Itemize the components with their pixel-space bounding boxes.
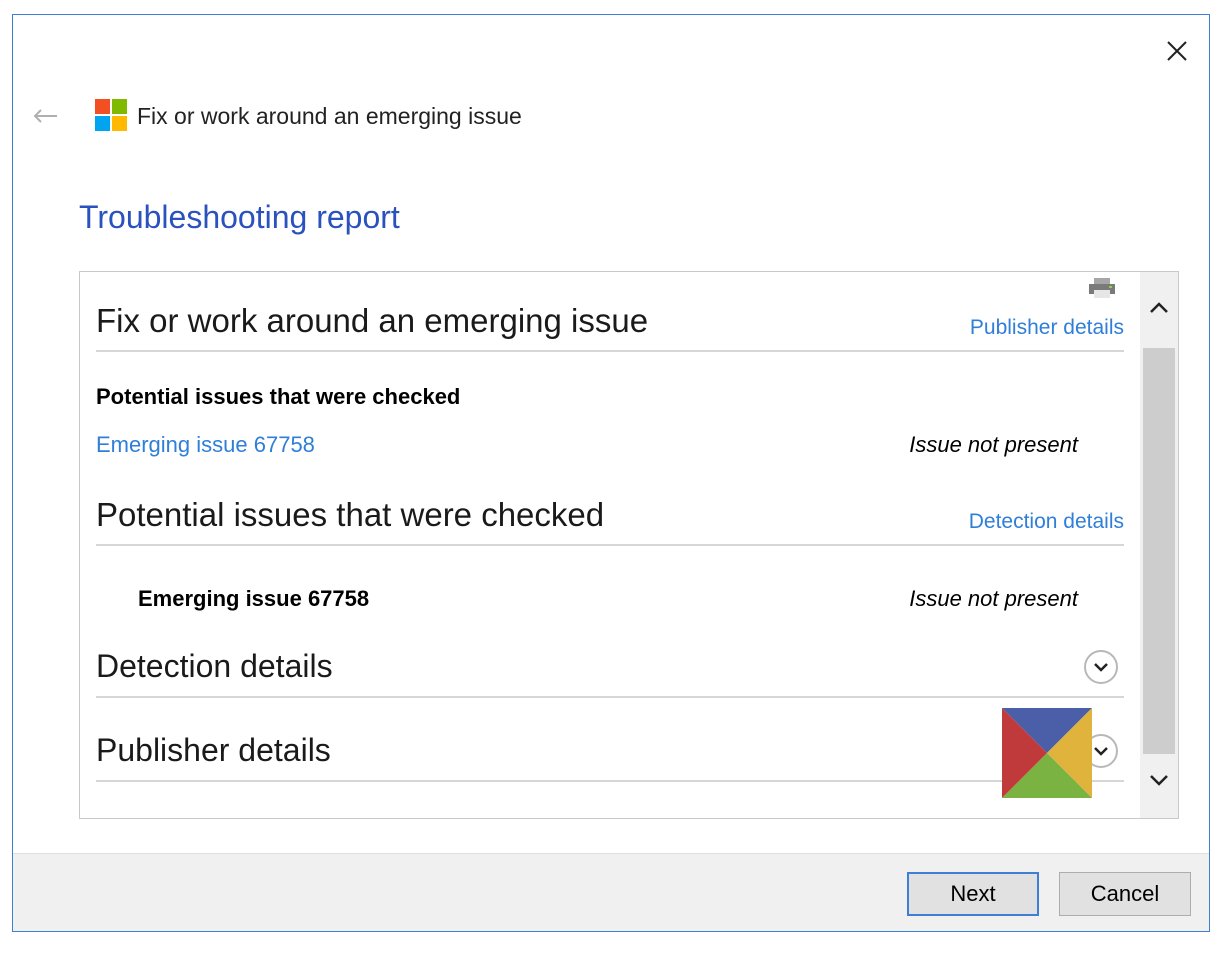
- issue-status: Issue not present: [909, 432, 1078, 457]
- emerging-issue-link[interactable]: Emerging issue 67758: [96, 432, 315, 458]
- section-divider: [96, 780, 1124, 782]
- overlay-logo-icon: [1002, 708, 1092, 798]
- chevron-up-icon: [1150, 302, 1168, 313]
- chevron-down-icon: [1094, 747, 1108, 756]
- next-button[interactable]: Next: [907, 872, 1039, 916]
- troubleshooter-window: Fix or work around an emerging issue Tro…: [12, 14, 1210, 932]
- detection-details-link[interactable]: Detection details: [969, 510, 1124, 534]
- section-divider: [96, 544, 1124, 546]
- publisher-details-link[interactable]: Publisher details: [970, 316, 1124, 340]
- chevron-down-icon: [1150, 775, 1168, 786]
- section-title-detection-details: Detection details: [96, 648, 333, 684]
- vertical-scrollbar[interactable]: [1140, 272, 1178, 818]
- section-title-fix: Fix or work around an emerging issue: [96, 302, 649, 339]
- scroll-up-button[interactable]: [1140, 286, 1178, 330]
- windows-logo-icon: [95, 99, 127, 131]
- section-divider: [96, 350, 1124, 352]
- issues-checked-subheading: Potential issues that were checked: [96, 384, 461, 409]
- cancel-button[interactable]: Cancel: [1059, 872, 1191, 916]
- close-button[interactable]: [1161, 35, 1193, 67]
- window-title: Fix or work around an emerging issue: [137, 103, 522, 129]
- printer-icon[interactable]: [1086, 278, 1118, 298]
- dialog-footer: Next Cancel: [13, 853, 1209, 931]
- section-divider: [96, 696, 1124, 698]
- close-icon: [1167, 41, 1187, 61]
- emerging-issue-label: Emerging issue 67758: [138, 586, 370, 611]
- issue-status: Issue not present: [909, 586, 1078, 611]
- expand-detection-details-button[interactable]: [1084, 650, 1118, 684]
- scroll-thumb[interactable]: [1143, 348, 1175, 754]
- report-content: Fix or work around an emerging issue Pub…: [80, 272, 1140, 818]
- back-arrow-icon: [33, 109, 57, 123]
- back-button[interactable]: [29, 101, 61, 131]
- page-title: Troubleshooting report: [79, 199, 400, 235]
- scroll-down-button[interactable]: [1140, 758, 1178, 802]
- chevron-down-icon: [1094, 663, 1108, 672]
- section-title-issues-checked: Potential issues that were checked: [96, 496, 605, 533]
- report-panel: Fix or work around an emerging issue Pub…: [79, 271, 1179, 819]
- section-title-publisher-details: Publisher details: [96, 732, 331, 768]
